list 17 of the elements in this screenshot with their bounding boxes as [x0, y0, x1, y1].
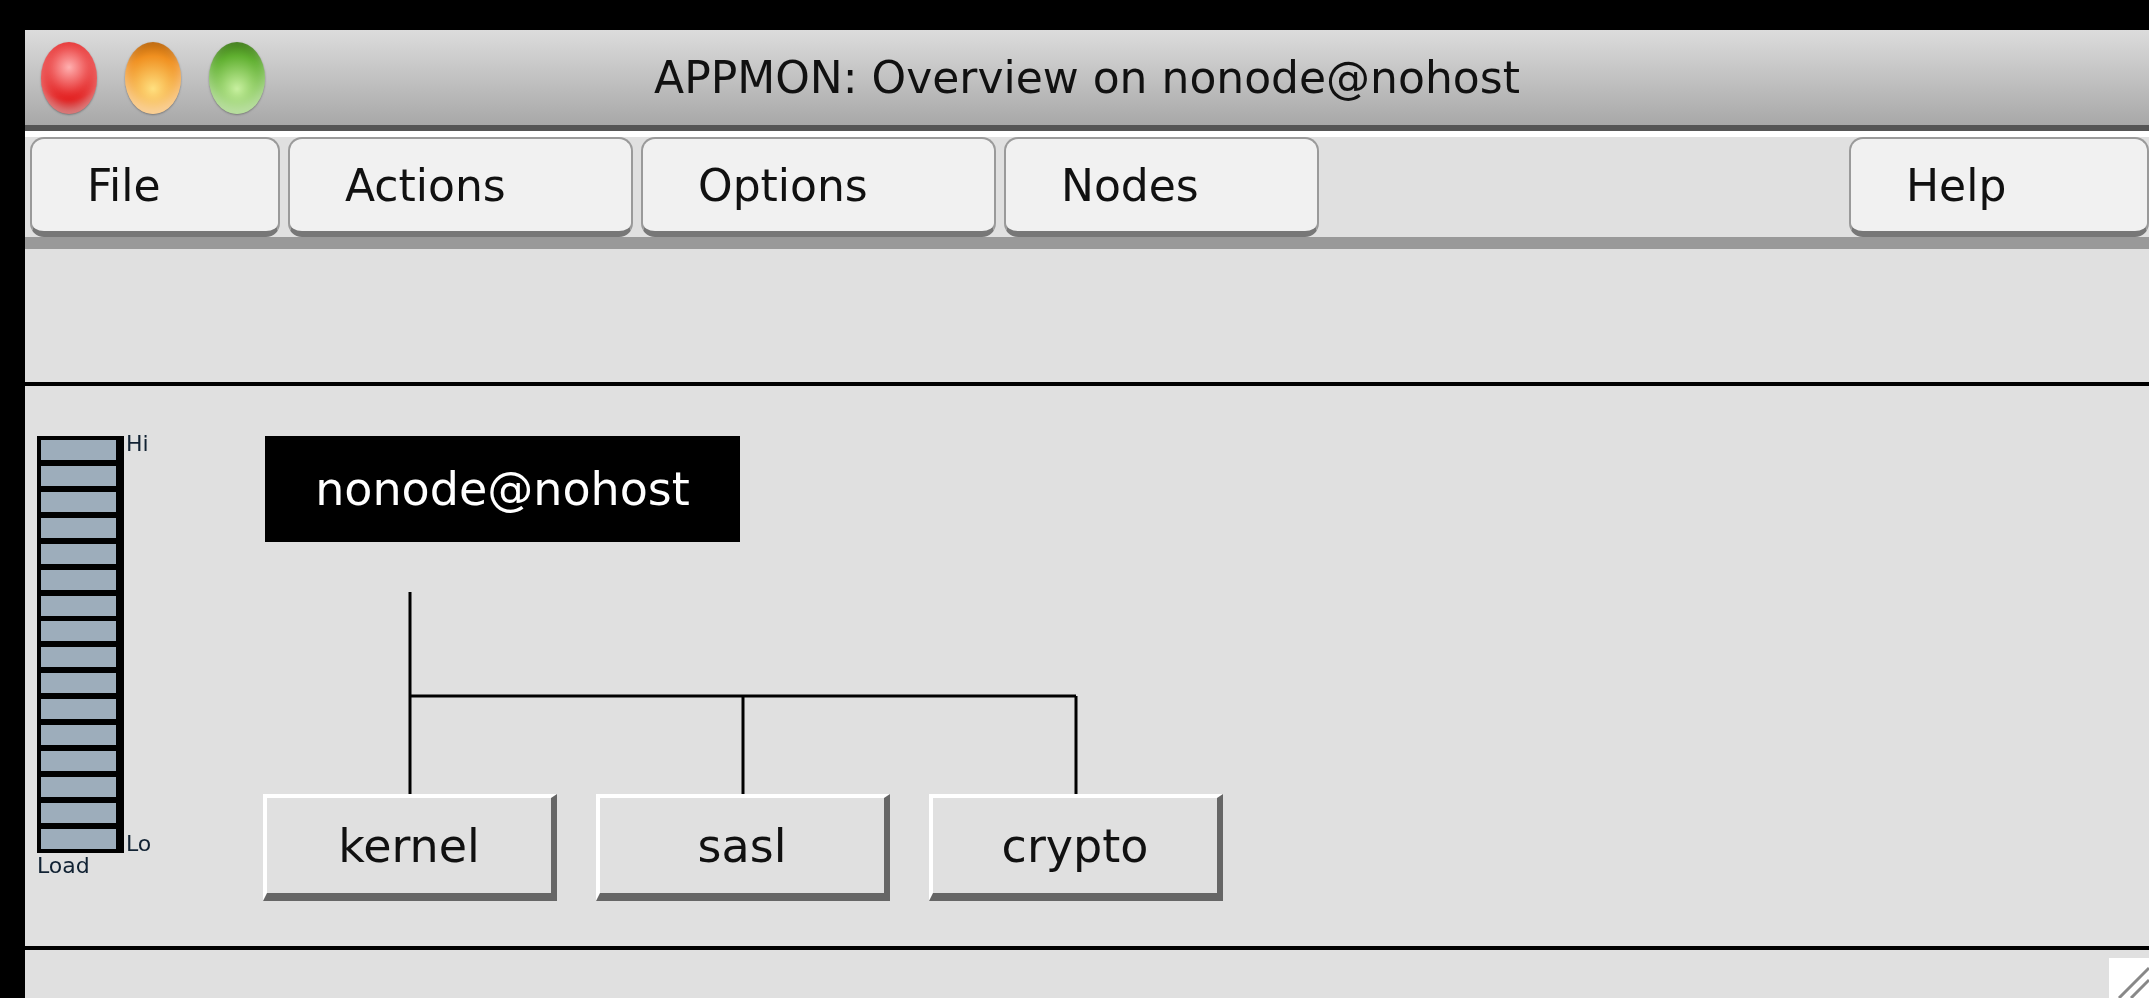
zoom-button[interactable]	[209, 41, 265, 114]
menu-button[interactable]: Nodes	[1004, 137, 1319, 237]
meter-label: Hi	[126, 431, 149, 456]
resize-grip-icon[interactable]	[2109, 958, 2149, 998]
close-button[interactable]	[41, 41, 97, 114]
application-node[interactable]: sasl	[596, 794, 890, 901]
node-box[interactable]: nonode@nohost	[265, 436, 740, 542]
application-node[interactable]: kernel	[263, 794, 557, 901]
meter-caption: Load	[37, 853, 90, 878]
window-title: APPMON: Overview on nonode@nohost	[654, 52, 1520, 103]
application-node[interactable]: crypto	[929, 794, 1223, 901]
menu-button[interactable]: Help	[1849, 137, 2149, 237]
meter-label: Lo	[126, 831, 152, 856]
menu-button[interactable]: Actions	[288, 137, 633, 237]
menu-button[interactable]: File	[30, 137, 280, 237]
menu-button[interactable]: Options	[641, 137, 996, 237]
minimize-button[interactable]	[125, 41, 181, 114]
